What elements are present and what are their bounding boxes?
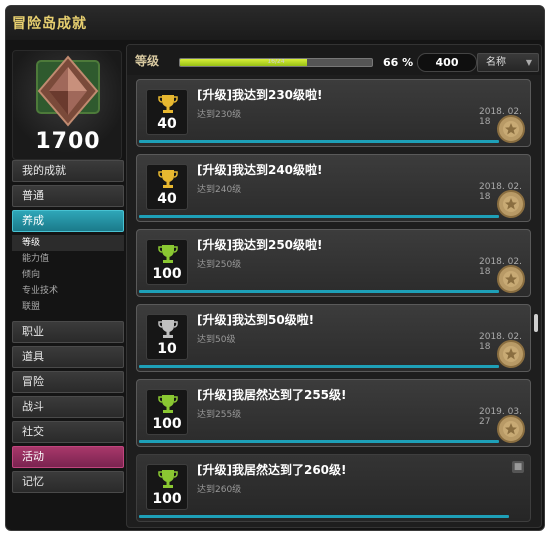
achievement-card[interactable]: 40 [升级]我达到230级啦! 达到230级 2018. 02. 18: [136, 79, 531, 147]
achievement-score: 1700: [35, 129, 101, 154]
achievement-card[interactable]: 100 [升级]我居然达到了255级! 达到255级 2019. 03. 27: [136, 379, 531, 447]
achievement-card[interactable]: 40 [升级]我达到240级啦! 达到240级 2018. 02. 18: [136, 154, 531, 222]
achievement-progress-bar: [139, 290, 499, 293]
trophy-icon: [158, 95, 178, 113]
nav-item[interactable]: 社交: [12, 421, 124, 443]
achievement-title: [升级]我达到50级啦!: [197, 313, 315, 327]
nav-item[interactable]: 冒险: [12, 371, 124, 393]
trophy-icon: [158, 395, 178, 413]
achievement-desc: 达到50级: [197, 335, 236, 345]
achievement-badge: 40: [146, 89, 188, 135]
achievement-progress-bar: [139, 440, 499, 443]
nav-item[interactable]: 记忆: [12, 471, 124, 493]
achievement-desc: 达到260级: [197, 485, 242, 495]
nav-item[interactable]: 普通: [12, 185, 124, 207]
badge-points: 40: [157, 191, 177, 207]
badge-points: 10: [157, 341, 177, 357]
window-title: 冒险岛成就: [12, 16, 87, 32]
nav-item[interactable]: 战斗: [12, 396, 124, 418]
nav-subitem[interactable]: 专业技术: [12, 283, 124, 299]
achievement-badge: 40: [146, 164, 188, 210]
trophy-icon: [158, 170, 178, 188]
achievement-title: [升级]我达到230级啦!: [197, 88, 323, 102]
achievement-desc: 达到250级: [197, 260, 242, 270]
total-points: 400: [417, 53, 477, 72]
nav-subitem[interactable]: 能力值: [12, 251, 124, 267]
achievement-badge: 10: [146, 314, 188, 360]
category-nav: 我的成就普通养成 等级 能力值 倾向 专业技术 联盟 职业道具冒险战斗社交活动记忆: [12, 160, 124, 496]
panel-toolbar: 等级 16/24 66 % 400 名称 ▼: [127, 45, 541, 75]
trophy-icon: [158, 320, 178, 338]
nav-item[interactable]: 我的成就: [12, 160, 124, 182]
wax-seal-icon: [497, 190, 525, 218]
trophy-icon: [158, 245, 178, 263]
wax-seal-icon: [497, 340, 525, 368]
achievement-list: 40 [升级]我达到230级啦! 达到230级 2018. 02. 18 40 [升级]我…: [136, 79, 532, 527]
nav-item[interactable]: 职业: [12, 321, 124, 343]
nav-item[interactable]: 活动: [12, 446, 124, 468]
left-panel: 1700 我的成就普通养成 等级 能力值 倾向 专业技术 联盟 职业道具冒险战斗社交活动…: [10, 44, 124, 528]
progress-percent: 66 %: [383, 56, 414, 69]
sort-label: 名称: [486, 57, 506, 68]
category-progress-bar: 16/24: [179, 58, 373, 67]
achievement-badge: 100: [146, 389, 188, 435]
category-title: 等级: [135, 54, 160, 68]
achievement-progress-bar: [139, 215, 499, 218]
achievement-desc: 达到230级: [197, 110, 242, 120]
trophy-icon: [158, 470, 178, 488]
wax-seal-icon: [497, 415, 525, 443]
achievement-progress-bar: [139, 515, 509, 518]
nav-subitem[interactable]: 联盟: [12, 299, 124, 315]
chevron-down-icon: ▼: [525, 58, 532, 67]
badge-points: 100: [152, 266, 182, 282]
profile-emblem: 1700: [12, 50, 122, 160]
achievement-title: [升级]我达到250级啦!: [197, 238, 323, 252]
achievement-desc: 达到255级: [197, 410, 242, 420]
wax-seal-icon: [497, 265, 525, 293]
sort-dropdown[interactable]: 名称 ▼: [477, 53, 539, 72]
achievement-desc: 达到240级: [197, 185, 242, 195]
nav-subitem[interactable]: 等级: [12, 235, 124, 251]
badge-points: 40: [157, 116, 177, 132]
achievement-card[interactable]: 10 [升级]我达到50级啦! 达到50级 2018. 02. 18: [136, 304, 531, 372]
achievement-card[interactable]: 100 [升级]我居然达到了260级! 达到260级 ■: [136, 454, 531, 522]
achievement-title: [升级]我达到240级啦!: [197, 163, 323, 177]
achievement-card[interactable]: 100 [升级]我达到250级啦! 达到250级 2018. 02. 18: [136, 229, 531, 297]
achievement-panel: 等级 16/24 66 % 400 名称 ▼ 40 [升级]我达到230级啦! 达到…: [126, 44, 542, 528]
achievement-progress-bar: [139, 140, 499, 143]
nav-subitem[interactable]: 倾向: [12, 267, 124, 283]
scrollbar-thumb[interactable]: [534, 314, 538, 332]
gem-emblem-icon: [36, 55, 100, 127]
progress-text: 16/24: [267, 58, 285, 65]
lock-icon: ■: [512, 461, 524, 473]
nav-item[interactable]: 道具: [12, 346, 124, 368]
badge-points: 100: [152, 416, 182, 432]
achievement-badge: 100: [146, 464, 188, 510]
title-bar[interactable]: 冒险岛成就: [6, 6, 544, 40]
achievement-title: [升级]我居然达到了260级!: [197, 463, 347, 477]
achievement-window: 冒险岛成就 1700 我的成就 普通 养成 等级 能力值 倾向 专业技术 联盟 职业 道具 冒险…: [5, 5, 545, 531]
nav-item[interactable]: 养成: [12, 210, 124, 232]
achievement-progress-bar: [139, 365, 499, 368]
achievement-title: [升级]我居然达到了255级!: [197, 388, 347, 402]
badge-points: 100: [152, 491, 182, 507]
achievement-badge: 100: [146, 239, 188, 285]
wax-seal-icon: [497, 115, 525, 143]
